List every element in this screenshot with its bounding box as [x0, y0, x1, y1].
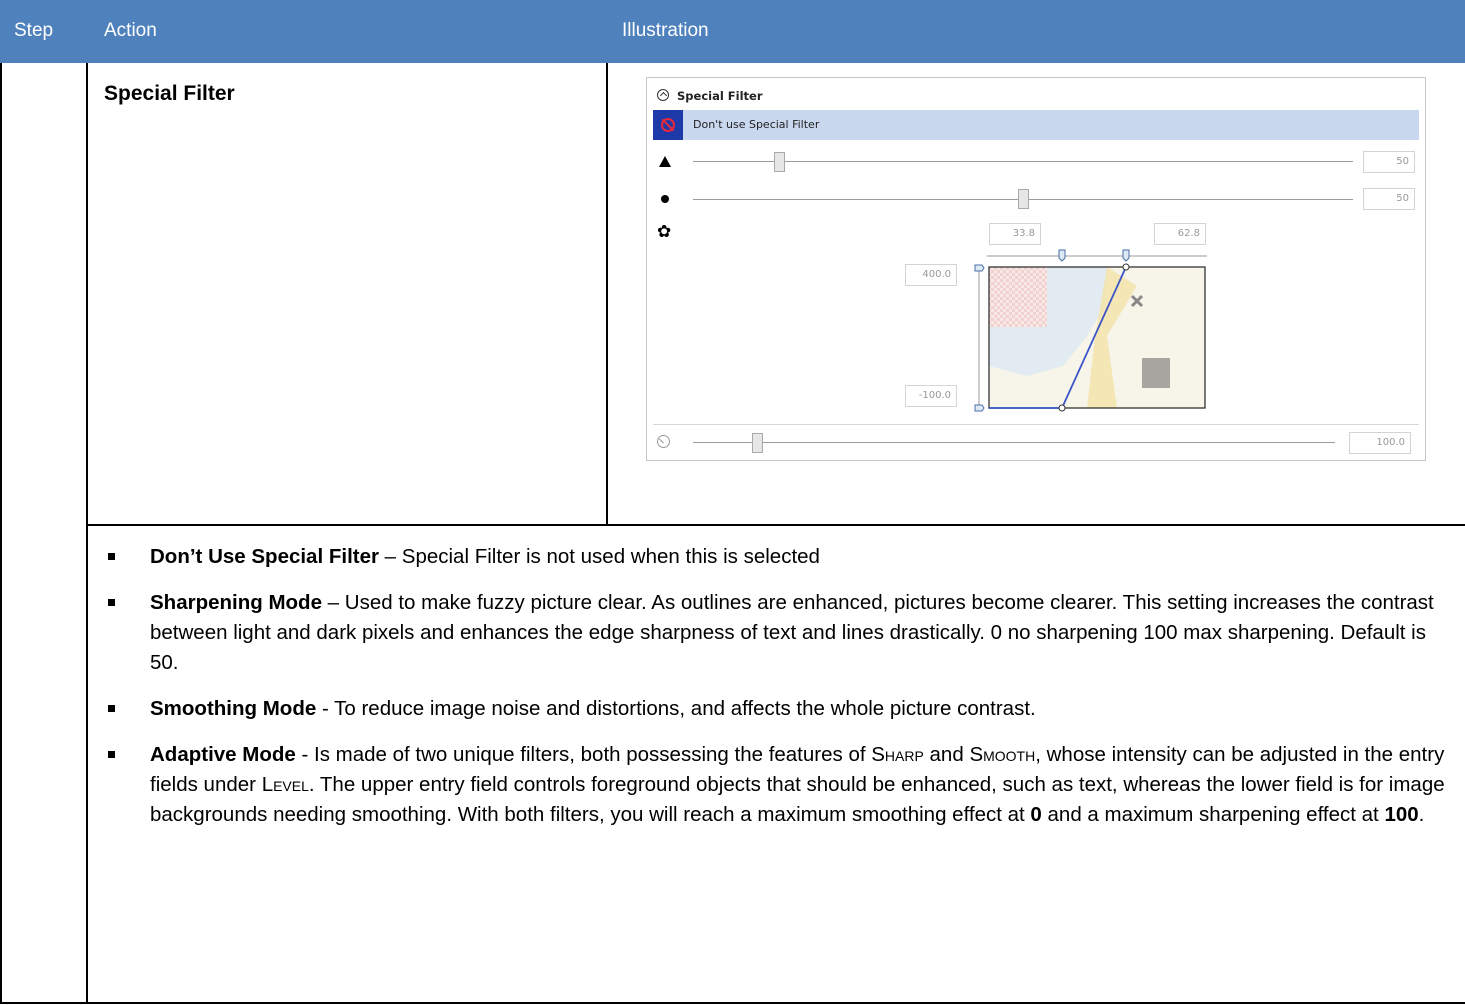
collapse-icon[interactable]	[657, 89, 669, 101]
list-item: Sharpening Mode – Used to make fuzzy pic…	[104, 588, 1449, 678]
gauge-icon	[657, 435, 670, 448]
checker-pattern	[989, 267, 1047, 327]
list-item: Smoothing Mode - To reduce image noise a…	[104, 694, 1449, 724]
column-header-action: Action	[104, 20, 157, 41]
term: Sharpening Mode	[150, 591, 322, 614]
curve-point-top[interactable]	[1122, 263, 1130, 271]
lower-range-handle[interactable]	[1122, 249, 1130, 262]
upper-range-handle[interactable]	[1058, 249, 1066, 262]
gauge-slider-thumb[interactable]	[752, 433, 764, 453]
column-header-step: Step	[14, 20, 54, 41]
curve-point-bottom[interactable]	[1058, 404, 1066, 412]
y-top-handle[interactable]	[974, 264, 985, 272]
list-item: Don’t Use Special Filter – Special Filte…	[104, 542, 1449, 572]
adaptive-curve-editor[interactable]	[967, 246, 1227, 416]
list-item: Adaptive Mode - Is made of two unique fi…	[104, 740, 1449, 830]
table-header-row: Step Action Illustration	[0, 0, 1465, 63]
gauge-slider-track[interactable]	[693, 442, 1335, 443]
panel-title: Special Filter	[677, 89, 763, 103]
action-title: Special Filter	[104, 82, 235, 105]
smooth-slider-thumb[interactable]	[1018, 189, 1029, 209]
sharpen-slider-thumb[interactable]	[773, 152, 785, 172]
table-divider-step	[86, 63, 88, 1003]
gear-icon: ✿	[657, 222, 672, 242]
y-bottom-handle[interactable]	[974, 404, 985, 412]
no-entry-icon	[653, 110, 683, 140]
y-bottom-field[interactable]: -100.0	[905, 385, 957, 407]
special-filter-panel: Special Filter Don't use Special Filter …	[646, 77, 1426, 461]
term: Smoothing Mode	[150, 697, 317, 720]
table-divider-row	[86, 524, 1465, 526]
adaptive-lower-field[interactable]: 62.8	[1154, 223, 1206, 245]
triangle-icon	[659, 156, 671, 167]
table-divider-action	[606, 63, 608, 525]
gauge-value-field[interactable]: 100.0	[1349, 432, 1411, 454]
option-dont-use-special-filter[interactable]: Don't use Special Filter	[653, 110, 1419, 140]
dot-icon	[661, 195, 669, 203]
adaptive-upper-field[interactable]: 33.8	[989, 223, 1041, 245]
term: Adaptive Mode	[150, 743, 296, 766]
map-symbol	[1142, 358, 1170, 388]
option-label: Don't use Special Filter	[693, 118, 820, 131]
table-border-left	[0, 63, 2, 1003]
table-border-bottom	[0, 1002, 1465, 1004]
y-top-field[interactable]: 400.0	[905, 264, 957, 286]
term: Don’t Use Special Filter	[150, 545, 379, 568]
column-header-illustration: Illustration	[622, 20, 709, 41]
sharpen-value-field[interactable]: 50	[1363, 151, 1415, 173]
smooth-value-field[interactable]: 50	[1363, 188, 1415, 210]
panel-separator	[653, 424, 1419, 425]
sharpen-slider-track[interactable]	[693, 161, 1353, 162]
option-descriptions: Don’t Use Special Filter – Special Filte…	[104, 542, 1449, 846]
